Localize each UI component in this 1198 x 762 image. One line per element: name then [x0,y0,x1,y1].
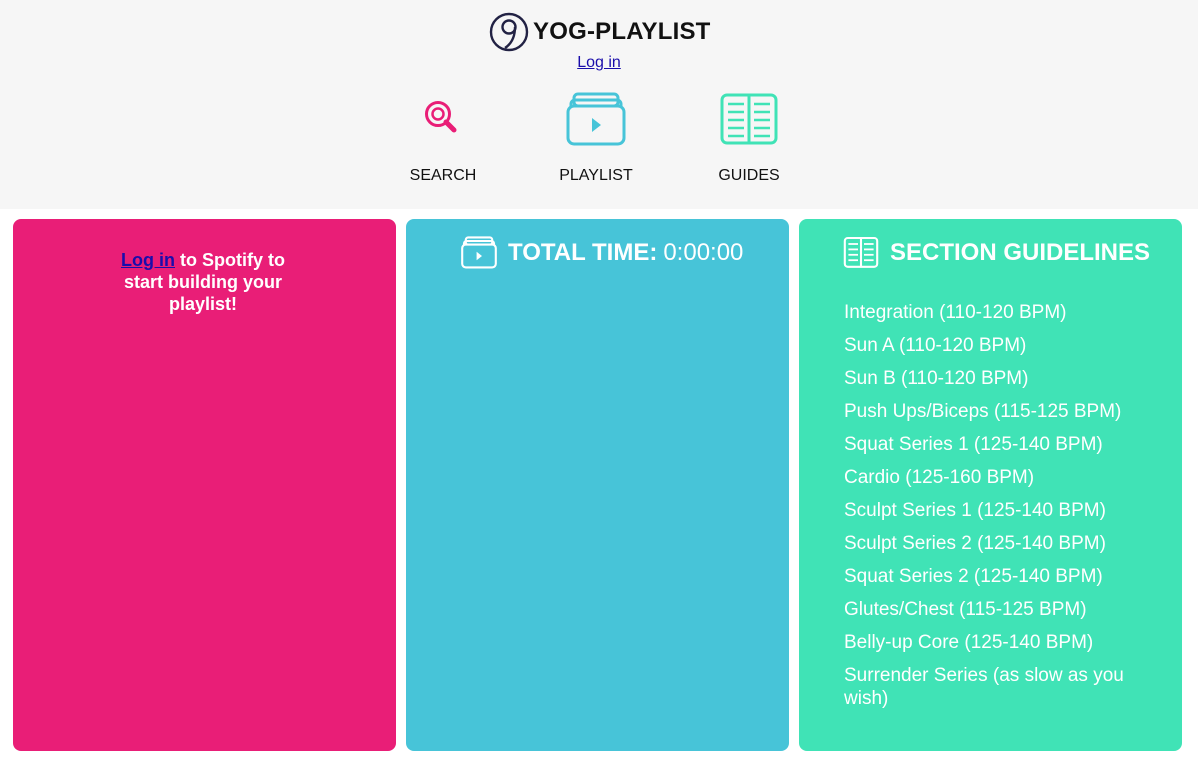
login-prompt: Log in to Spotify to start building your… [103,249,303,315]
guide-item: Surrender Series (as slow as you wish) [844,665,1124,709]
brand: YOG-PLAYLIST [489,12,711,52]
guides-header: SECTION GUIDELINES [842,235,1150,271]
nav-playlist-label: PLAYLIST [559,167,633,184]
nav-playlist[interactable]: PLAYLIST [541,90,651,185]
header-login-link[interactable]: Log in [0,54,1198,72]
guides-panel: SECTION GUIDELINES Integration (110-120 … [799,219,1182,751]
yog-logo-icon [489,12,529,52]
playlist-panel: TOTAL TIME: 0:00:00 [406,219,789,751]
guide-item: Cardio (125-160 BPM) [844,467,1035,488]
total-time-header: TOTAL TIME: 0:00:00 [460,235,743,271]
guides-book-icon [720,93,778,145]
guides-list: Integration (110-120 BPM) Sun A (110-120… [844,301,1144,720]
guide-item: Push Ups/Biceps (115-125 BPM) [844,401,1122,422]
total-time-label: TOTAL TIME: [508,239,658,266]
nav-search-label: SEARCH [409,167,477,184]
spotify-login-link[interactable]: Log in [121,250,175,270]
guide-item: Sculpt Series 2 (125-140 BPM) [844,533,1106,554]
guide-item: Sun A (110-120 BPM) [844,335,1027,356]
nav-guides-label: GUIDES [718,167,780,184]
playlist-icon [566,92,626,146]
search-icon [425,101,457,133]
guide-item: Belly-up Core (125-140 BPM) [844,632,1094,653]
nav-guides[interactable]: GUIDES [694,90,804,185]
nav-search[interactable]: SEARCH [388,90,498,185]
guide-item: Integration (110-120 BPM) [844,302,1067,323]
guide-item: Glutes/Chest (115-125 BPM) [844,599,1087,620]
guide-item: Squat Series 2 (125-140 BPM) [844,566,1103,587]
app-title: YOG-PLAYLIST [533,18,711,45]
guides-book-icon [843,236,879,268]
guide-item: Sculpt Series 1 (125-140 BPM) [844,500,1106,521]
total-time-value: 0:00:00 [663,239,744,266]
guides-title: SECTION GUIDELINES [890,239,1151,266]
search-panel: Log in to Spotify to start building your… [13,219,396,751]
app-header: YOG-PLAYLIST Log in SEARCH PLAYLIST GUID… [0,0,1198,209]
guide-item: Sun B (110-120 BPM) [844,368,1029,389]
guide-item: Squat Series 1 (125-140 BPM) [844,434,1103,455]
playlist-icon [461,236,497,269]
